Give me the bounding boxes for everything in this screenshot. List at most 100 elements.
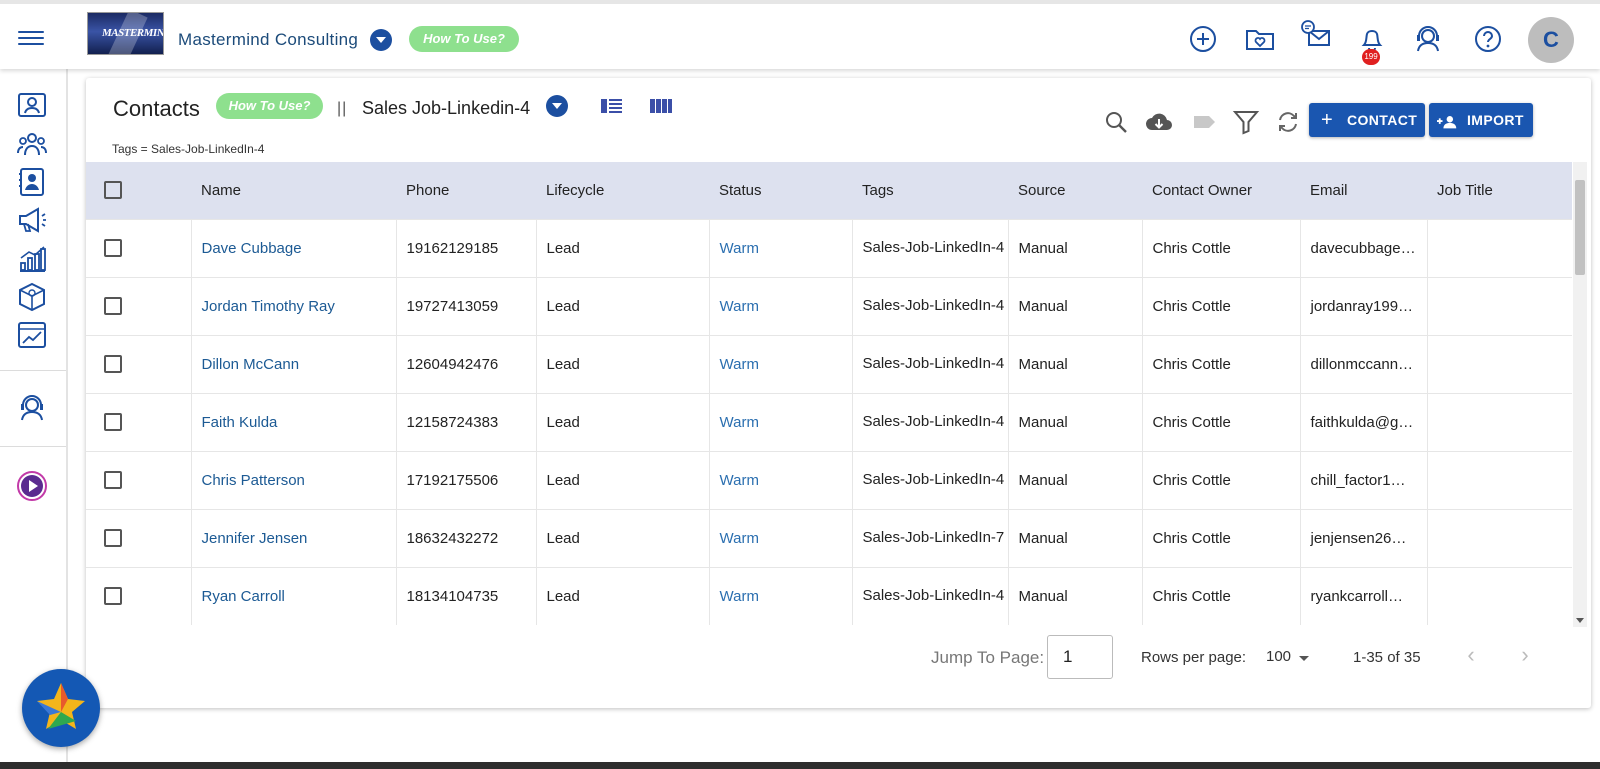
next-page-icon[interactable]: › <box>1513 644 1537 668</box>
cloud-download-icon[interactable] <box>1145 108 1173 136</box>
company-logo[interactable]: MASTERMIND <box>87 12 164 55</box>
support-agent-icon[interactable] <box>16 392 48 424</box>
contact-card-icon[interactable] <box>16 89 48 121</box>
filter-icon[interactable] <box>1232 108 1260 136</box>
contact-name[interactable]: Jennifer Jensen <box>191 508 397 567</box>
row-checkbox[interactable] <box>104 587 122 606</box>
tag-icon[interactable] <box>1190 108 1218 136</box>
contact-email: jenjensen26… <box>1300 508 1428 567</box>
contact-name[interactable]: Dillon McCann <box>191 334 397 393</box>
chevron-down-icon[interactable] <box>1299 656 1309 661</box>
top-header: MASTERMIND Mastermind Consulting How To … <box>0 0 1600 69</box>
column-header[interactable]: Tags <box>852 162 1008 219</box>
contact-tags: Sales-Job-LinkedIn-4 <box>852 218 1009 277</box>
row-checkbox[interactable] <box>104 239 122 258</box>
contact-owner: Chris Cottle <box>1142 218 1301 277</box>
contact-source: Manual <box>1008 334 1143 393</box>
contact-job-title <box>1427 450 1572 509</box>
row-checkbox[interactable] <box>104 297 122 316</box>
star-launcher-button[interactable] <box>22 669 100 747</box>
contact-phone: 19162129185 <box>396 218 537 277</box>
help-icon[interactable] <box>1472 23 1504 55</box>
contact-tags: Sales-Job-LinkedIn-7 <box>852 508 1009 567</box>
how-to-use-button[interactable]: How To Use? <box>409 26 519 52</box>
contact-name[interactable]: Jordan Timothy Ray <box>191 276 397 335</box>
how-to-use-button[interactable]: How To Use? <box>216 93 323 119</box>
column-header[interactable]: Phone <box>396 162 536 219</box>
contacts-card: Contacts How To Use? || Sales Job-Linked… <box>86 78 1591 708</box>
refresh-icon[interactable] <box>1274 108 1302 136</box>
user-avatar[interactable]: C <box>1528 17 1574 63</box>
search-icon[interactable] <box>1102 108 1130 136</box>
import-button[interactable]: IMPORT <box>1429 103 1533 137</box>
contact-name[interactable]: Faith Kulda <box>191 392 397 451</box>
box-settings-icon[interactable] <box>16 281 48 313</box>
support-agent-icon[interactable] <box>1412 23 1444 55</box>
table-scrollbar[interactable] <box>1573 162 1587 627</box>
contact-job-title <box>1427 276 1572 335</box>
contact-source: Manual <box>1008 276 1143 335</box>
left-sidebar <box>0 69 68 769</box>
row-checkbox[interactable] <box>104 413 122 432</box>
contact-name[interactable]: Ryan Carroll <box>191 566 397 625</box>
title-separator: || <box>337 100 348 117</box>
messages-icon[interactable] <box>1300 19 1332 51</box>
column-header[interactable]: Source <box>1008 162 1142 219</box>
contact-source: Manual <box>1008 508 1143 567</box>
column-header[interactable]: Status <box>709 162 852 219</box>
jump-to-page-input[interactable]: 1 <box>1047 635 1113 679</box>
table-row: Jennifer Jensen 18632432272 Lead Warm Sa… <box>86 508 1572 567</box>
bar-chart-icon[interactable] <box>16 243 48 275</box>
contact-owner: Chris Cottle <box>1142 508 1301 567</box>
column-view-icon[interactable] <box>650 97 672 115</box>
table-row: Faith Kulda 12158724383 Lead Warm Sales-… <box>86 392 1572 451</box>
line-chart-icon[interactable] <box>16 319 48 351</box>
table-row: Dave Cubbage 19162129185 Lead Warm Sales… <box>86 218 1572 277</box>
row-checkbox[interactable] <box>104 355 122 374</box>
row-select-cell <box>86 392 192 451</box>
folder-heart-icon[interactable] <box>1244 23 1276 55</box>
column-header[interactable]: Name <box>191 162 396 219</box>
column-header[interactable]: Contact Owner <box>1142 162 1300 219</box>
scrollbar-thumb[interactable] <box>1575 180 1585 275</box>
contact-source: Manual <box>1008 392 1143 451</box>
contact-owner: Chris Cottle <box>1142 450 1301 509</box>
contacts-book-icon[interactable] <box>0 160 66 204</box>
users-group-icon[interactable] <box>16 128 48 160</box>
row-select-cell <box>86 218 192 277</box>
menu-icon[interactable] <box>18 28 44 48</box>
contacts-table: Name Phone Lifecycle Status Tags Source … <box>86 162 1572 627</box>
row-checkbox[interactable] <box>104 529 122 548</box>
contact-job-title <box>1427 334 1572 393</box>
rows-per-page-select[interactable]: 100 <box>1266 648 1291 665</box>
scroll-down-arrow-icon[interactable] <box>1576 618 1584 623</box>
company-dropdown-button[interactable] <box>370 29 392 51</box>
row-select-cell <box>86 508 192 567</box>
list-view-icon[interactable] <box>601 97 623 115</box>
contact-status: Warm <box>709 392 853 451</box>
contact-job-title <box>1427 566 1572 625</box>
megaphone-icon[interactable] <box>16 204 48 236</box>
rows-per-page-label: Rows per page: <box>1141 649 1247 666</box>
contact-name[interactable]: Chris Patterson <box>191 450 397 509</box>
row-select-cell <box>86 334 192 393</box>
play-video-icon[interactable] <box>16 470 48 502</box>
contact-email: davecubbage… <box>1300 218 1428 277</box>
contact-tags: Sales-Job-LinkedIn-4 <box>852 392 1009 451</box>
column-header[interactable]: Lifecycle <box>536 162 709 219</box>
contact-tags: Sales-Job-LinkedIn-4 <box>852 276 1009 335</box>
add-contact-button[interactable]: + CONTACT <box>1309 103 1425 137</box>
list-dropdown-button[interactable] <box>546 95 568 117</box>
contact-name[interactable]: Dave Cubbage <box>191 218 397 277</box>
contact-owner: Chris Cottle <box>1142 392 1301 451</box>
row-select-cell <box>86 450 192 509</box>
column-header[interactable]: Job Title <box>1427 162 1572 219</box>
contact-lifecycle: Lead <box>536 392 710 451</box>
select-all-checkbox[interactable] <box>104 181 122 200</box>
add-circle-icon[interactable] <box>1187 23 1219 55</box>
column-header[interactable]: Email <box>1300 162 1427 219</box>
previous-page-icon[interactable]: ‹ <box>1459 644 1483 668</box>
contact-status: Warm <box>709 450 853 509</box>
row-checkbox[interactable] <box>104 471 122 490</box>
contact-status: Warm <box>709 218 853 277</box>
